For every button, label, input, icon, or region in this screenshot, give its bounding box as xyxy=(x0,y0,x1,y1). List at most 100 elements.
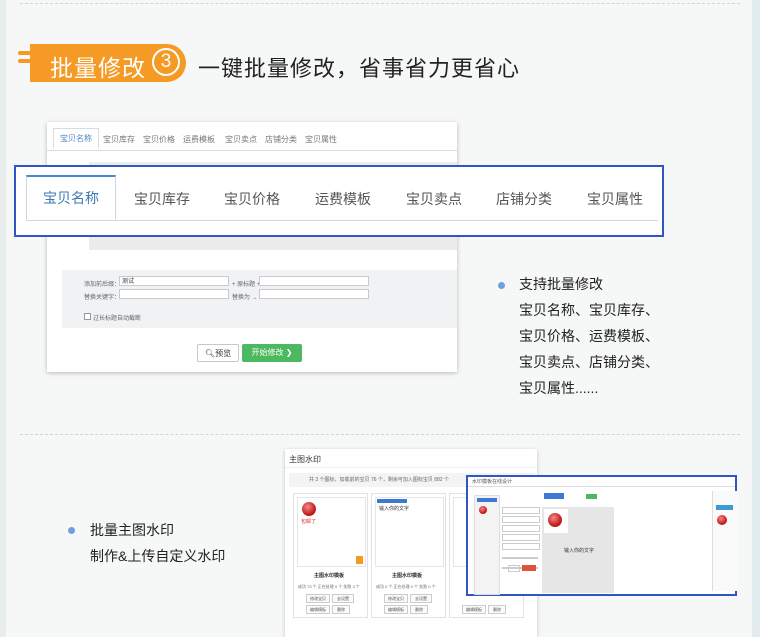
side-action[interactable] xyxy=(716,505,733,510)
card-stats: 成功 73 个 正在处理 0 个 失败 3 个 xyxy=(298,584,360,589)
feature-line: 宝贝名称、宝贝库存、 xyxy=(519,302,659,318)
dialog-title: 水印模板在线设计 xyxy=(468,477,735,487)
feature-list: 支持批量修改 宝贝名称、宝贝库存、 宝贝价格、运费模板、 宝贝卖点、店铺分类、 … xyxy=(519,271,659,401)
feature-line: 宝贝卖点、店铺分类、 xyxy=(519,354,659,370)
mini-tab-attribute[interactable]: 宝贝属性 xyxy=(305,134,337,145)
card-tag: 输入你的文字 xyxy=(379,506,410,512)
prop-field[interactable] xyxy=(502,507,540,514)
add-button[interactable] xyxy=(586,494,597,499)
start-edit-button[interactable]: 开始修改 ❯ xyxy=(242,344,302,362)
title-edit-form: 添加前后缀： 测试 + 原标题 + 替换关键字： 替换为 → 过长标题自动截断 xyxy=(62,270,457,328)
toolbar-tab[interactable] xyxy=(544,493,564,499)
feature-line: 宝贝属性...... xyxy=(519,380,599,396)
edit-items-button[interactable]: 修改宝贝 xyxy=(306,594,330,603)
tab-item-category[interactable]: 店铺分类 xyxy=(496,189,552,209)
watermark-title: 批量主图水印 xyxy=(90,522,174,538)
search-icon: 🔍︎ xyxy=(204,349,216,358)
watermark-card[interactable]: 输入你的文字 主图水印模板 成功 0 个 正在处理 0 个 失败 0 个 修改宝… xyxy=(371,493,446,618)
badge-text: 批量修改 xyxy=(50,55,146,81)
save-button[interactable] xyxy=(522,565,536,571)
tab-item-name[interactable]: 宝贝名称 xyxy=(26,175,116,220)
batch-edit-screenshot: 宝贝名称 宝贝库存 宝贝价格 运费模板 宝贝卖点 店铺分类 宝贝属性 添加前后缀… xyxy=(47,122,457,372)
truncate-label: 过长标题自动截断 xyxy=(93,316,142,322)
tab-item-stock[interactable]: 宝贝库存 xyxy=(134,189,190,209)
replace-to-input[interactable] xyxy=(259,289,369,299)
side-thumb[interactable] xyxy=(717,515,727,525)
right-border xyxy=(752,0,760,637)
settings-button[interactable]: 去设置 xyxy=(332,594,354,603)
mini-tab-selling[interactable]: 宝贝卖点 xyxy=(225,134,257,145)
mini-tab-shipping[interactable]: 运费模板 xyxy=(183,134,215,145)
watermark-page-title: 主图水印 xyxy=(289,455,321,464)
canvas-image xyxy=(544,509,568,533)
product-image xyxy=(302,502,316,516)
card-name: 主图水印模板 xyxy=(392,573,423,579)
layer-thumb xyxy=(479,506,487,514)
edit-template-button[interactable]: 编辑模板 xyxy=(384,605,408,614)
start-edit-label: 开始修改 xyxy=(251,348,284,357)
prefix-input[interactable]: 测试 xyxy=(119,276,229,286)
product-image xyxy=(548,513,562,527)
card-tag: 包邮了 xyxy=(301,519,317,525)
replace-keyword-input[interactable] xyxy=(119,289,229,299)
layer-panel xyxy=(474,495,500,595)
left-border xyxy=(0,0,6,637)
bullet-dot xyxy=(498,282,505,289)
delete-button[interactable]: 删除 xyxy=(410,605,428,614)
card-name: 主图水印模板 xyxy=(314,573,345,579)
tab-item-attribute[interactable]: 宝贝属性 xyxy=(587,189,643,209)
settings-button[interactable]: 去设置 xyxy=(410,594,432,603)
section-headline: 一键批量修改，省事省力更省心 xyxy=(198,56,521,81)
truncate-checkbox[interactable] xyxy=(84,313,91,320)
bullet-dot xyxy=(68,527,75,534)
layer-selected[interactable] xyxy=(477,498,497,502)
feature-title: 支持批量修改 xyxy=(519,276,603,292)
mini-tab-name[interactable]: 宝贝名称 xyxy=(53,128,99,149)
prop-field[interactable] xyxy=(502,516,540,523)
card-preview: 包邮了 xyxy=(297,497,366,567)
watermark-feature: 批量主图水印 制作&上传自定义水印 xyxy=(90,517,225,569)
edit-items-button[interactable]: 修改宝贝 xyxy=(384,594,408,603)
cancel-button[interactable] xyxy=(508,565,520,572)
preview-label: 预览 xyxy=(215,349,232,358)
mini-tab-category[interactable]: 店铺分类 xyxy=(265,134,297,145)
prop-field[interactable] xyxy=(502,534,540,541)
mini-tab-price[interactable]: 宝贝价格 xyxy=(143,134,175,145)
tab-item-price[interactable]: 宝贝价格 xyxy=(224,189,280,209)
design-canvas[interactable]: 输入你的文字 xyxy=(542,507,614,593)
watermark-designer-dialog: 水印模板在线设计 输入你的文字 xyxy=(466,475,737,596)
canvas-text[interactable]: 输入你的文字 xyxy=(564,547,594,554)
feature-line: 宝贝价格、运费模板、 xyxy=(519,328,659,344)
section-divider xyxy=(20,434,740,435)
corner-badge xyxy=(356,556,363,564)
tab-item-shipping[interactable]: 运费模板 xyxy=(315,189,371,209)
edit-template-button[interactable]: 编辑模板 xyxy=(462,605,486,614)
mini-tab-stock[interactable]: 宝贝库存 xyxy=(103,134,135,145)
prefix-label: 添加前后缀： xyxy=(84,282,121,288)
origin-title-label: + 原标题 + xyxy=(232,282,261,288)
tab-item-selling[interactable]: 宝贝卖点 xyxy=(406,189,462,209)
watermark-card[interactable]: 包邮了 主图水印模板 成功 73 个 正在处理 0 个 失败 3 个 修改宝贝 … xyxy=(293,493,368,618)
card-header-strip xyxy=(377,499,407,503)
delete-button[interactable]: 删除 xyxy=(488,605,506,614)
prop-field[interactable] xyxy=(502,525,540,532)
preview-button[interactable]: 🔍︎预览 xyxy=(197,344,239,362)
card-stats: 成功 0 个 正在处理 0 个 失败 0 个 xyxy=(376,584,436,589)
top-divider xyxy=(20,3,740,4)
suffix-input[interactable] xyxy=(259,276,369,286)
zoomed-tab-bar: 宝贝名称 宝贝库存 宝贝价格 运费模板 宝贝卖点 店铺分类 宝贝属性 xyxy=(14,165,664,237)
tab-underline xyxy=(26,220,658,221)
replace-to-label: 替换为 → xyxy=(232,295,258,301)
title-divider xyxy=(285,467,537,468)
mini-tab-bar: 宝贝名称 宝贝库存 宝贝价格 运费模板 宝贝卖点 店铺分类 宝贝属性 xyxy=(47,128,457,151)
prop-field[interactable] xyxy=(502,543,540,550)
property-panel xyxy=(502,507,540,593)
opacity-slider[interactable] xyxy=(502,557,538,559)
badge-number: 3 xyxy=(152,48,180,76)
edit-template-button[interactable]: 编辑模板 xyxy=(306,605,330,614)
card-preview: 输入你的文字 xyxy=(375,497,444,567)
watermark-line: 制作&上传自定义水印 xyxy=(90,548,226,564)
delete-button[interactable]: 删除 xyxy=(332,605,350,614)
template-side-panel xyxy=(712,491,737,591)
chevron-right-icon: ❯ xyxy=(285,348,293,357)
